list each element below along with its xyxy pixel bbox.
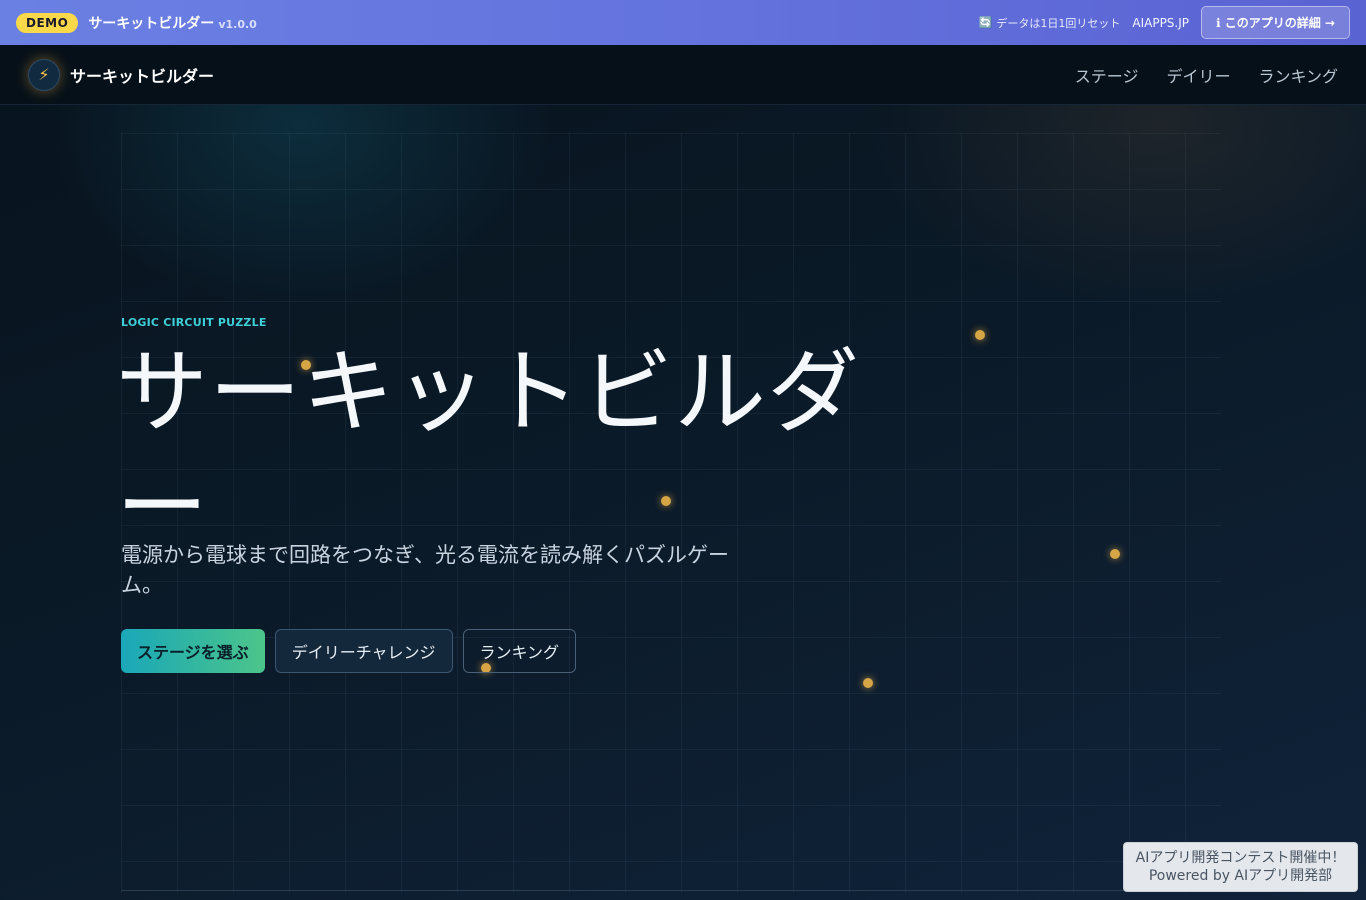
refresh-icon: 🔄	[978, 16, 993, 29]
demo-app-title: サーキットビルダー v1.0.0	[88, 13, 257, 33]
main-nav: ⚡ サーキットビルダー ステージ デイリー ランキング	[0, 45, 1366, 105]
hero-tagline: LOGIC CIRCUIT PUZZLE	[121, 316, 267, 329]
promo-line-1: AIアプリ開発コンテスト開催中！	[1135, 850, 1346, 866]
reset-note-text: データは1日1回リセット	[996, 16, 1121, 30]
hero-title: サーキットビルダー	[116, 339, 861, 561]
demo-app-title-text: サーキットビルダー	[88, 15, 215, 32]
circuit-node-dot	[975, 330, 985, 340]
contest-promo-badge[interactable]: AIアプリ開発コンテスト開催中！ Powered by AIアプリ開発部	[1123, 842, 1358, 892]
brand-name: サーキットビルダー	[70, 66, 215, 86]
nav-link-ranking[interactable]: ランキング	[1258, 63, 1338, 87]
aiapps-link[interactable]: AIAPPS.JP	[1132, 16, 1189, 30]
nav-link-daily[interactable]: デイリー	[1166, 63, 1230, 87]
choose-stage-button[interactable]: ステージを選ぶ	[121, 629, 265, 673]
nav-links: ステージ デイリー ランキング	[1075, 63, 1338, 87]
hero-description: 電源から電球まで回路をつなぎ、光る電流を読み解くパズルゲーム。	[121, 543, 729, 598]
demo-bar: DEMO サーキットビルダー v1.0.0 🔄 データは1日1回リセット AIAP…	[0, 0, 1366, 45]
brand[interactable]: ⚡ サーキットビルダー	[28, 58, 215, 91]
section-divider	[121, 890, 1221, 891]
circuit-node-dot	[863, 678, 873, 688]
reset-note: 🔄 データは1日1回リセット	[979, 15, 1121, 31]
hero-section: LOGIC CIRCUIT PUZZLE サーキットビルダー 電源から電球まで回…	[0, 105, 1366, 900]
hero-cta-row: ステージを選ぶ デイリーチャレンジ ランキング	[121, 629, 577, 673]
app-details-button[interactable]: ℹ このアプリの詳細 →	[1201, 6, 1350, 39]
nav-link-stages[interactable]: ステージ	[1075, 63, 1139, 87]
demo-badge: DEMO	[16, 12, 79, 33]
demo-bar-left: DEMO サーキットビルダー v1.0.0	[16, 12, 257, 33]
app-version: v1.0.0	[218, 17, 257, 31]
daily-challenge-button[interactable]: デイリーチャレンジ	[274, 629, 453, 673]
lightning-bolt-icon: ⚡	[28, 58, 60, 91]
demo-bar-right: 🔄 データは1日1回リセット AIAPPS.JP ℹ このアプリの詳細 →	[979, 6, 1350, 39]
ranking-button[interactable]: ランキング	[462, 629, 577, 673]
promo-line-2: Powered by AIアプリ開発部	[1148, 868, 1333, 884]
circuit-node-dot	[1110, 549, 1120, 559]
